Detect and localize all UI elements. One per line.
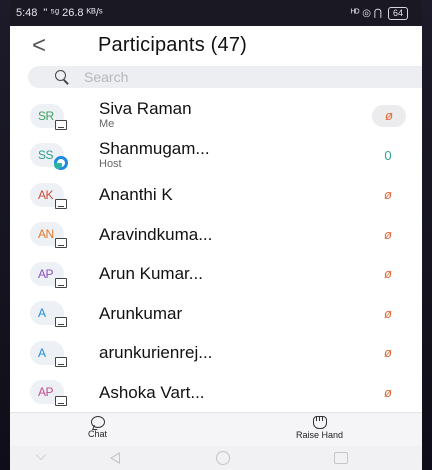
mic-muted-icon[interactable]: ø <box>374 184 402 206</box>
mic-icon[interactable]: 0 <box>374 144 402 166</box>
avatar-initials: A <box>38 306 46 321</box>
back-button[interactable]: < <box>32 32 56 60</box>
avatar: AP <box>30 261 67 288</box>
participant-name: Shanmugam... <box>99 138 210 158</box>
nav-recents-icon[interactable] <box>334 452 348 464</box>
avatar-initials: SS <box>38 148 54 163</box>
raise-hand-label: Raise Hand <box>296 430 344 440</box>
participant-list: SR Siva Raman Me ø SS Shanmugam... Host 0 AK Anan… <box>10 96 422 412</box>
avatar-initials: AK <box>38 187 54 202</box>
network-speed: " ⁵ᵍ 26.8 ᴷᴮ/ˢ <box>43 7 103 19</box>
participant-info: Arunkumar <box>99 304 182 323</box>
search-icon <box>54 69 70 85</box>
status-indicators: ᴴᴰ ◎ ⋂ <box>350 7 382 19</box>
participant-row[interactable]: AN Aravindkuma... ø <box>10 215 422 255</box>
search-input[interactable] <box>84 69 384 85</box>
mic-muted-icon[interactable]: ø <box>374 302 402 324</box>
android-nav-bar <box>10 446 422 470</box>
avatar-initials: AP <box>38 385 54 400</box>
participant-row[interactable]: SR Siva Raman Me ø <box>10 96 422 136</box>
host-icon <box>54 156 68 171</box>
participant-name: Arun Kumar... <box>99 264 203 283</box>
nav-home-icon[interactable] <box>216 451 230 465</box>
status-left: 5:48 " ⁵ᵍ 26.8 ᴷᴮ/ˢ <box>16 7 103 19</box>
avatar-initials: AP <box>38 266 54 281</box>
participant-name: arunkurienrej... <box>99 343 213 362</box>
bottom-toolbar: Chat Raise Hand <box>10 412 422 446</box>
participant-info: arunkurienrej... <box>99 343 212 362</box>
device-icon <box>55 238 67 249</box>
participant-row[interactable]: SS Shanmugam... Host 0 <box>10 136 422 176</box>
avatar: SR <box>30 103 67 130</box>
device-icon <box>55 396 67 407</box>
participant-name: Ananthi K <box>99 185 173 204</box>
raise-hand-button[interactable]: Raise Hand <box>296 416 343 440</box>
chat-icon <box>90 416 105 428</box>
avatar-initials: A <box>38 345 46 360</box>
phone-screen: 5:48 " ⁵ᵍ 26.8 ᴷᴮ/ˢ ᴴᴰ ◎ ⋂ 64 < Particip… <box>10 0 422 470</box>
status-bar: 5:48 " ⁵ᵍ 26.8 ᴷᴮ/ˢ ᴴᴰ ◎ ⋂ 64 <box>10 0 422 26</box>
participant-row[interactable]: AK Ananthi K ø <box>10 175 422 215</box>
search-bar[interactable] <box>28 66 422 88</box>
participant-info: Arun Kumar... <box>99 264 203 283</box>
participant-row[interactable]: A Arunkumar ø <box>10 294 422 334</box>
page-title: Participants (47) <box>98 34 248 56</box>
mic-muted-icon[interactable]: ø <box>374 342 402 364</box>
status-right: ᴴᴰ ◎ ⋂ 64 <box>350 6 408 20</box>
participant-info: Siva Raman Me <box>99 99 192 130</box>
avatar: A <box>30 301 67 328</box>
device-icon <box>55 198 67 209</box>
participant-name: Aravindkuma... <box>99 224 213 244</box>
avatar-initials: AN <box>38 227 54 242</box>
participant-row[interactable]: Aarunkurienrej... ø <box>10 333 422 373</box>
avatar: AN <box>30 222 67 249</box>
battery-icon: 64 <box>387 6 408 20</box>
device-icon <box>55 119 67 130</box>
nav-back-icon[interactable] <box>110 452 120 464</box>
participant-row[interactable]: AP Arun Kumar... ø <box>10 254 422 294</box>
avatar: AP <box>30 380 67 407</box>
mic-muted-icon[interactable]: ø <box>374 381 402 403</box>
avatar: AK <box>30 182 67 209</box>
mic-muted-icon[interactable]: ø <box>374 223 402 245</box>
raise-hand-icon <box>312 416 327 429</box>
status-time: 5:48 <box>16 7 38 19</box>
participant-role: Host <box>99 157 122 170</box>
device-icon <box>55 277 67 288</box>
device-icon <box>55 317 67 328</box>
participant-info: Shanmugam... Host <box>99 139 210 170</box>
device-icon <box>55 356 67 367</box>
participant-role: Me <box>99 118 115 130</box>
participant-row[interactable]: AP Ashoka Vart... ø <box>10 373 422 413</box>
participant-name: Ashoka Vart... <box>99 382 205 402</box>
participant-info: Ananthi K <box>99 185 173 204</box>
participant-info: Aravindkuma... <box>99 225 212 244</box>
chat-button[interactable]: Chat <box>88 416 107 439</box>
avatar: A <box>30 340 67 367</box>
avatar: SS <box>30 143 68 171</box>
mic-muted-icon[interactable]: ø <box>374 263 402 285</box>
avatar-initials: SR <box>38 108 54 123</box>
mic-muted-icon[interactable]: ø <box>372 104 406 127</box>
participant-info: Ashoka Vart... <box>99 383 205 402</box>
participant-name: Siva Raman <box>99 99 192 118</box>
header: < Participants (47) <box>10 26 422 66</box>
hide-nav-icon[interactable] <box>36 450 46 460</box>
participant-name: Arunkumar <box>99 303 183 323</box>
chat-label: Chat <box>88 429 108 439</box>
